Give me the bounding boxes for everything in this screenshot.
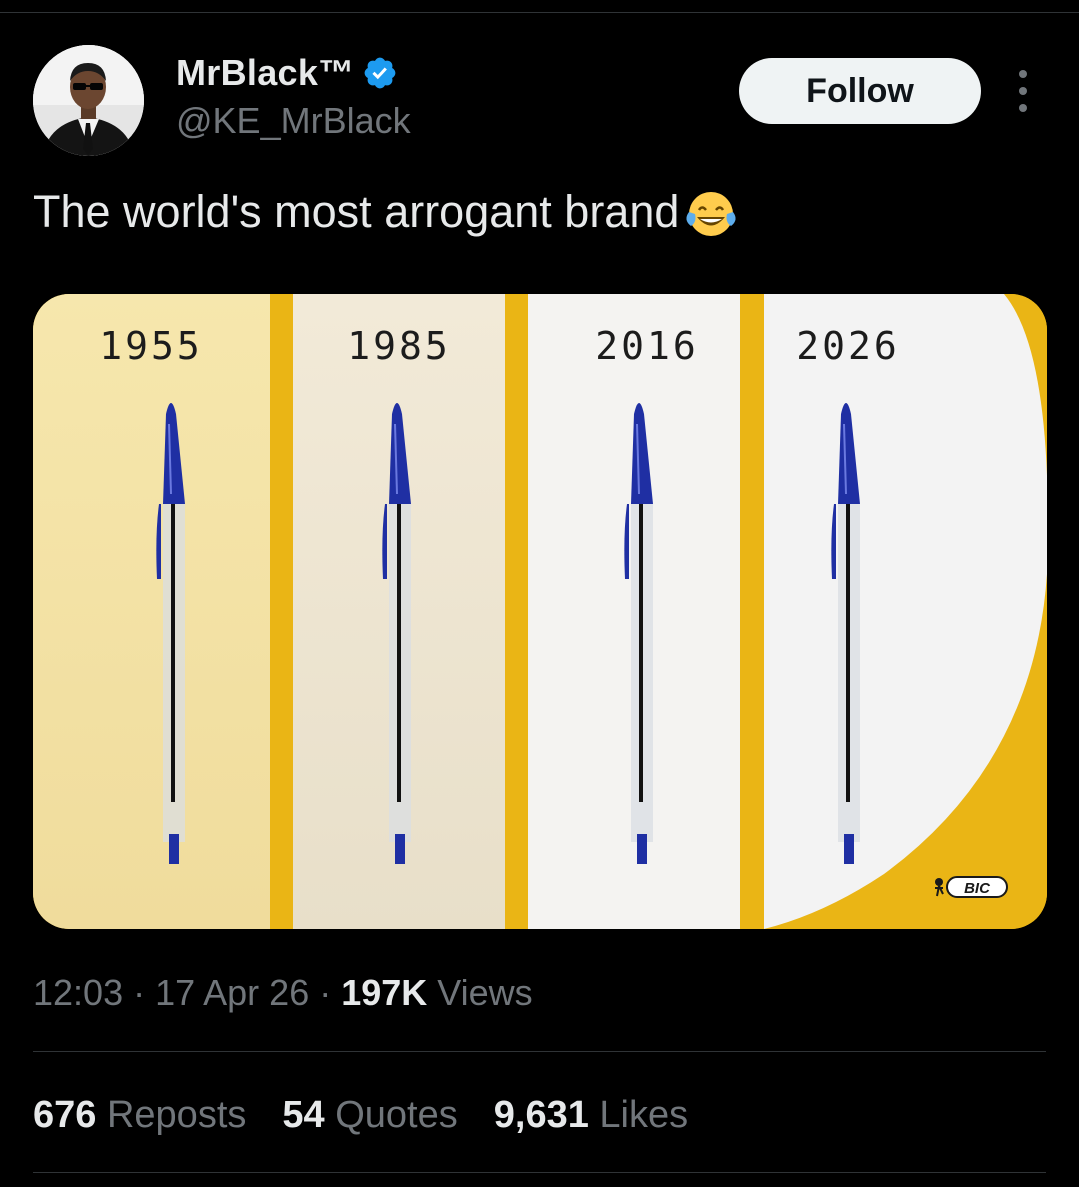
views-count: 197K (341, 972, 428, 1013)
meta-separator: · (123, 972, 156, 1013)
tweet-meta: 12:03 · 17 Apr 26 · 197K Views (33, 972, 533, 1014)
reposts-count: 676 (33, 1094, 97, 1136)
year-label: 1985 (347, 324, 451, 368)
pen-icon (624, 403, 653, 864)
bic-logo: BIC (935, 876, 1008, 898)
author-handle[interactable]: @KE_MrBlack (176, 100, 411, 142)
avatar-image (33, 45, 144, 156)
views-label: Views (437, 972, 533, 1013)
tweet-time[interactable]: 12:03 (33, 972, 123, 1013)
divider (33, 1172, 1046, 1173)
pen-icon (382, 403, 411, 864)
pen-icon (831, 403, 860, 864)
tweet-text: The world's most arrogant brand (33, 186, 680, 237)
quotes-label: Quotes (335, 1094, 458, 1136)
more-dot (1019, 104, 1027, 112)
likes-count: 9,631 (493, 1094, 589, 1136)
bic-logo-text: BIC (964, 880, 991, 897)
more-dot (1019, 70, 1027, 78)
year-label: 2016 (595, 324, 699, 368)
tweet-date[interactable]: 17 Apr 26 (155, 972, 309, 1013)
pen-icon (156, 403, 185, 864)
display-name[interactable]: MrBlack™ (176, 52, 354, 94)
top-divider (0, 12, 1079, 13)
meta-separator: · (309, 972, 342, 1013)
likes-stat[interactable]: 9,631 Likes (494, 1094, 688, 1137)
face-with-tears-of-joy-icon (686, 192, 736, 236)
media-panel-curved (764, 294, 1047, 929)
year-label: 1955 (99, 324, 203, 368)
tweet-media-image[interactable]: 1955 1985 2016 2026 BIC (33, 294, 1047, 929)
more-options-icon[interactable] (1008, 70, 1038, 112)
tweet-text-row: The world's most arrogant brand (33, 182, 741, 242)
reposts-stat[interactable]: 676 Reposts (33, 1094, 246, 1137)
divider (33, 1051, 1046, 1052)
quotes-stat[interactable]: 54 Quotes (282, 1094, 457, 1137)
follow-button[interactable]: Follow (739, 58, 981, 124)
reposts-label: Reposts (106, 1094, 247, 1136)
engagement-stats: 676 Reposts 54 Quotes 9,631 Likes (33, 1094, 688, 1137)
quotes-count: 54 (282, 1094, 325, 1136)
likes-label: Likes (599, 1094, 689, 1136)
author-name-row[interactable]: MrBlack™ (176, 52, 398, 94)
verified-badge-icon (365, 57, 396, 89)
avatar[interactable] (33, 45, 144, 156)
year-label: 2026 (796, 324, 900, 368)
more-dot (1019, 87, 1027, 95)
